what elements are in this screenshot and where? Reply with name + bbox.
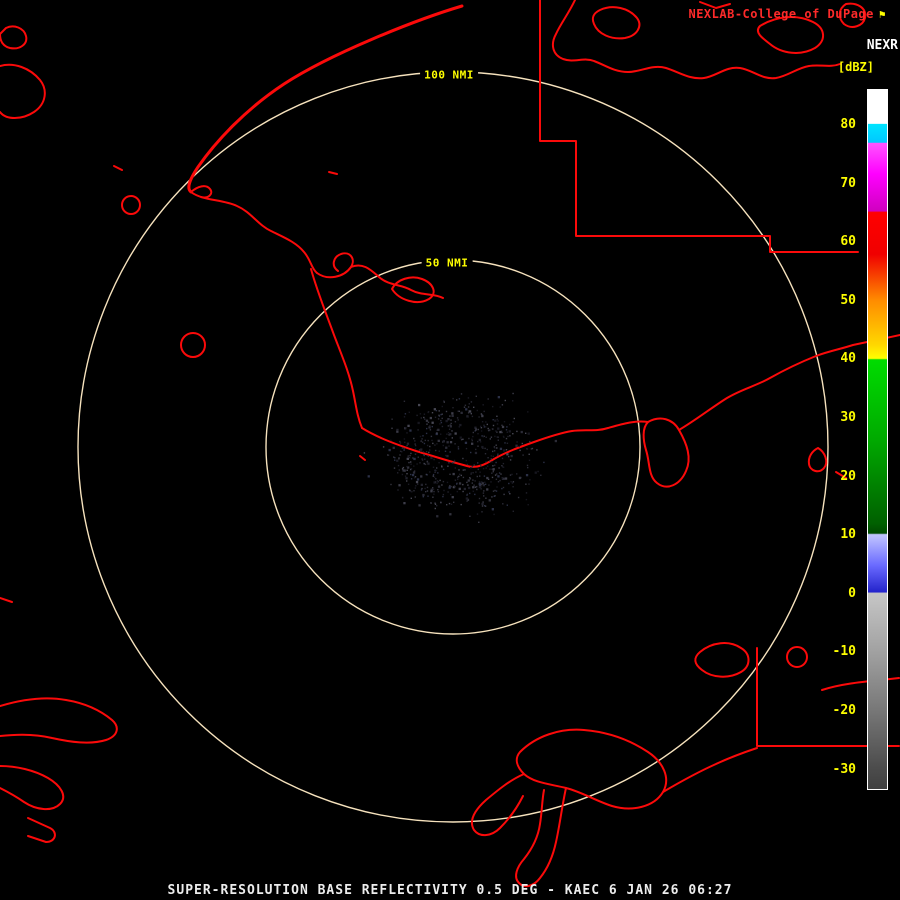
- coastline-segment: [28, 818, 55, 842]
- colorbar-tick-label: 50: [814, 293, 856, 309]
- colorbar-tick-label: -20: [814, 703, 856, 719]
- coastline-segment: [0, 766, 63, 809]
- reflectivity-colorbar: [867, 89, 888, 790]
- coastline-segment: [114, 166, 122, 170]
- island-outline: [0, 26, 26, 48]
- coastline-segment: [516, 788, 566, 886]
- colorbar-tick-label: -10: [814, 644, 856, 660]
- range-ring-50nmi: [266, 260, 640, 634]
- colorbar-title: NEXR: [867, 38, 898, 53]
- colorbar-units: [dBZ]: [838, 60, 874, 74]
- range-ring-label-100nmi: 100 NMI: [420, 69, 478, 82]
- radar-echoes: [364, 393, 557, 523]
- colorbar-tick-label: -30: [814, 762, 856, 778]
- colorbar-tick-label: 40: [814, 351, 856, 367]
- island-outline: [695, 643, 748, 677]
- island-outline: [758, 17, 823, 53]
- coastline-segment: [311, 269, 362, 428]
- boundary-line: [540, 0, 858, 252]
- island-circle: [122, 196, 140, 214]
- colorbar-tick-label: 80: [814, 117, 856, 133]
- colorbar-tick-label: 60: [814, 234, 856, 250]
- colorbar-tick-label: 10: [814, 527, 856, 543]
- radar-map: [0, 0, 900, 900]
- coastline-segment: [317, 253, 353, 277]
- radar-display: 100 NMI 50 NMI NEXLAB-College of DuPage ⚑…: [0, 0, 900, 900]
- coastline-segment: [189, 6, 462, 192]
- island-outline: [392, 277, 434, 302]
- island-outline: [593, 7, 640, 38]
- coastline-segment: [472, 774, 524, 835]
- coastline-segment: [191, 192, 317, 273]
- colorbar-tick-label: 30: [814, 410, 856, 426]
- product-status-text: SUPER-RESOLUTION BASE REFLECTIVITY 0.5 D…: [0, 883, 900, 898]
- coastline-segment: [663, 748, 757, 792]
- colorbar-tick-label: 20: [814, 469, 856, 485]
- nexlab-logo-icon: ⚑: [879, 8, 886, 21]
- island-circle: [787, 647, 807, 667]
- colorbar-tick-label: 0: [814, 586, 856, 602]
- coastline-segment: [360, 456, 365, 460]
- brand-header: NEXLAB-College of DuPage ⚑: [688, 7, 886, 21]
- coastline-segment: [0, 698, 117, 742]
- range-ring-label-50nmi: 50 NMI: [422, 257, 473, 270]
- colorbar-tick-label: 70: [814, 176, 856, 192]
- coastline-segment: [0, 598, 12, 602]
- island-circle: [181, 333, 205, 357]
- coastline-segment: [329, 172, 337, 174]
- island-outline: [0, 65, 45, 118]
- brand-text: NEXLAB-College of DuPage: [688, 7, 873, 21]
